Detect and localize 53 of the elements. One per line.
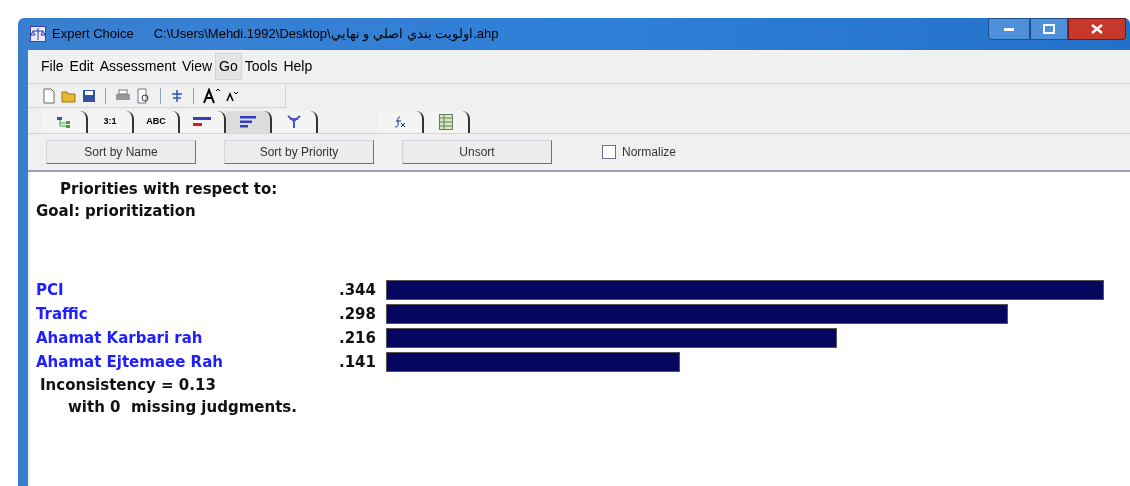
bar-chart-icon bbox=[240, 116, 256, 128]
folder-icon[interactable] bbox=[61, 88, 77, 103]
view-tab[interactable] bbox=[272, 111, 318, 133]
branch-icon bbox=[286, 115, 302, 129]
print-preview-icon[interactable] bbox=[136, 87, 151, 104]
criterion-name: Traffic bbox=[36, 304, 89, 325]
tab-label: 3:1 bbox=[103, 115, 117, 129]
view-tab[interactable] bbox=[180, 111, 226, 133]
menu-item[interactable]: View bbox=[178, 54, 216, 79]
goal-text: Goal: prioritization bbox=[35, 201, 196, 222]
grid-icon bbox=[439, 114, 453, 130]
view-tab[interactable] bbox=[378, 111, 424, 133]
priority-value: .298 bbox=[338, 304, 376, 325]
font-size-down-icon[interactable] bbox=[226, 89, 238, 102]
window-title: Expert Choice bbox=[52, 25, 134, 44]
menu-item[interactable]: Go bbox=[215, 53, 242, 80]
hierarchy-icon[interactable] bbox=[170, 88, 184, 103]
view-tab[interactable] bbox=[226, 111, 272, 133]
menu-item[interactable]: Assessment bbox=[96, 54, 179, 79]
formula-icon bbox=[394, 116, 406, 128]
normalize-checkbox[interactable]: Normalize bbox=[602, 143, 676, 161]
tree-icon bbox=[56, 116, 72, 128]
close-button[interactable] bbox=[1068, 18, 1126, 40]
missing-judgments-text: with 0 missing judgments. bbox=[67, 397, 297, 418]
new-file-icon[interactable] bbox=[42, 87, 56, 104]
close-icon bbox=[1091, 24, 1103, 34]
menu-item[interactable]: File bbox=[38, 54, 67, 79]
view-tab[interactable] bbox=[42, 111, 88, 133]
menu-item[interactable]: Tools bbox=[241, 54, 281, 79]
minimize-button[interactable] bbox=[988, 18, 1030, 40]
view-tab[interactable]: ABC bbox=[134, 111, 180, 133]
bar-chart-icon bbox=[193, 117, 211, 127]
inconsistency-text: Inconsistency = 0.13 bbox=[39, 375, 216, 396]
menu-item[interactable]: Help bbox=[280, 54, 316, 79]
criterion-name: Ahamat Ejtemaee Rah bbox=[36, 352, 224, 373]
priority-value: .344 bbox=[338, 280, 376, 301]
criterion-name: PCI bbox=[36, 280, 65, 301]
sort-button[interactable]: Sort by Priority bbox=[224, 140, 374, 164]
app-icon bbox=[30, 26, 46, 42]
view-tab[interactable] bbox=[424, 111, 470, 133]
sort-button[interactable]: Unsort bbox=[402, 140, 552, 164]
font-size-up-icon[interactable] bbox=[203, 87, 221, 104]
priority-value: .216 bbox=[338, 328, 376, 349]
menu-item[interactable]: Edit bbox=[66, 54, 97, 79]
tab-label: ABC bbox=[146, 115, 166, 129]
view-tab[interactable]: 3:1 bbox=[88, 111, 134, 133]
file-path: C:\Users\Mehdi.1992\Desktop\اولويت بندي اصلي و نهايي.ahp bbox=[153, 25, 499, 44]
criterion-name: Ahamat Karbari rah bbox=[36, 328, 204, 349]
printer-icon[interactable] bbox=[115, 88, 131, 103]
sort-button[interactable]: Sort by Name bbox=[46, 140, 196, 164]
heading-text: Priorities with respect to: bbox=[59, 179, 278, 200]
priority-value: .141 bbox=[338, 352, 376, 373]
maximize-button[interactable] bbox=[1030, 18, 1068, 40]
